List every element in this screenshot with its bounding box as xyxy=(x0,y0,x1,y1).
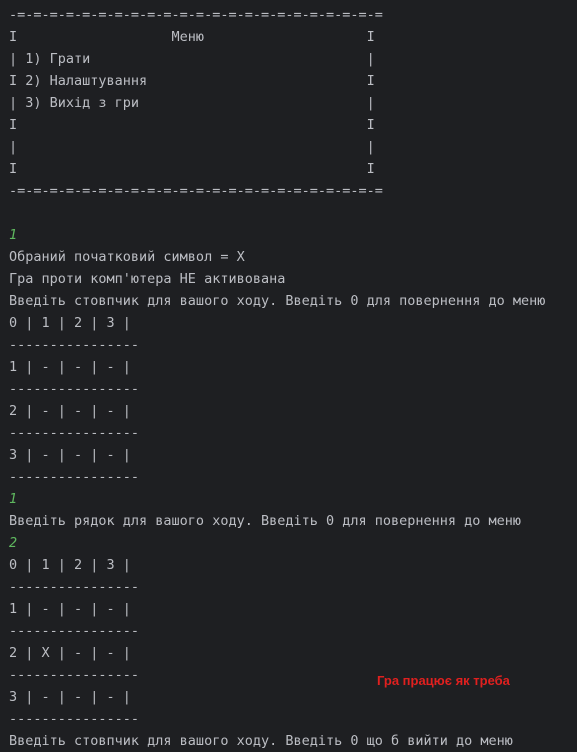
console-line: -=-=-=-=-=-=-=-=-=-=-=-=-=-=-=-=-=-=-=-=… xyxy=(9,7,383,23)
console-line: ---------------- xyxy=(9,469,140,485)
console-line: 1 | - | - | - | xyxy=(9,601,131,617)
console-line: I 2) Налаштування I xyxy=(9,73,375,89)
console-line: 3 | - | - | - | xyxy=(9,689,131,705)
console-line: ---------------- xyxy=(9,425,140,441)
console-line: Гра проти комп'ютера НЕ активована xyxy=(9,271,286,287)
console-line: ---------------- xyxy=(9,579,140,595)
console-input-line: 1 xyxy=(9,491,18,507)
console-line: ---------------- xyxy=(9,711,140,727)
console-input-line: 1 xyxy=(9,227,18,243)
console-line: ---------------- xyxy=(9,337,140,353)
console-line: 2 | X | - | - | xyxy=(9,645,131,661)
console-line: Обраний початковий символ = X xyxy=(9,249,245,265)
console-line: 2 | - | - | - | xyxy=(9,403,131,419)
console-line: 0 | 1 | 2 | 3 | xyxy=(9,557,131,573)
console-line: -=-=-=-=-=-=-=-=-=-=-=-=-=-=-=-=-=-=-=-=… xyxy=(9,183,383,199)
console-line: I Меню I xyxy=(9,29,375,45)
console-line: Введіть стовпчик для вашого ходу. Введіт… xyxy=(9,293,546,309)
console-line: 1 | - | - | - | xyxy=(9,359,131,375)
console-line: Введіть рядок для вашого ходу. Введіть 0… xyxy=(9,513,522,529)
console-line: ---------------- xyxy=(9,667,140,683)
console-line: 3 | - | - | - | xyxy=(9,447,131,463)
console-line: 0 | 1 | 2 | 3 | xyxy=(9,315,131,331)
annotation-label: Гра працює як треба xyxy=(377,673,510,688)
console-line: I I xyxy=(9,161,375,177)
console-line: | | xyxy=(9,139,375,155)
console-line: I I xyxy=(9,117,375,133)
console-line: Введіть стовпчик для вашого ходу. Введіт… xyxy=(9,733,513,749)
console-line: ---------------- xyxy=(9,623,140,639)
console-line: ---------------- xyxy=(9,381,140,397)
console-input-line: 2 xyxy=(9,535,18,551)
console-line: | 1) Грати | xyxy=(9,51,375,67)
console-output[interactable]: -=-=-=-=-=-=-=-=-=-=-=-=-=-=-=-=-=-=-=-=… xyxy=(0,0,577,752)
console-line: | 3) Вихід з гри | xyxy=(9,95,375,111)
